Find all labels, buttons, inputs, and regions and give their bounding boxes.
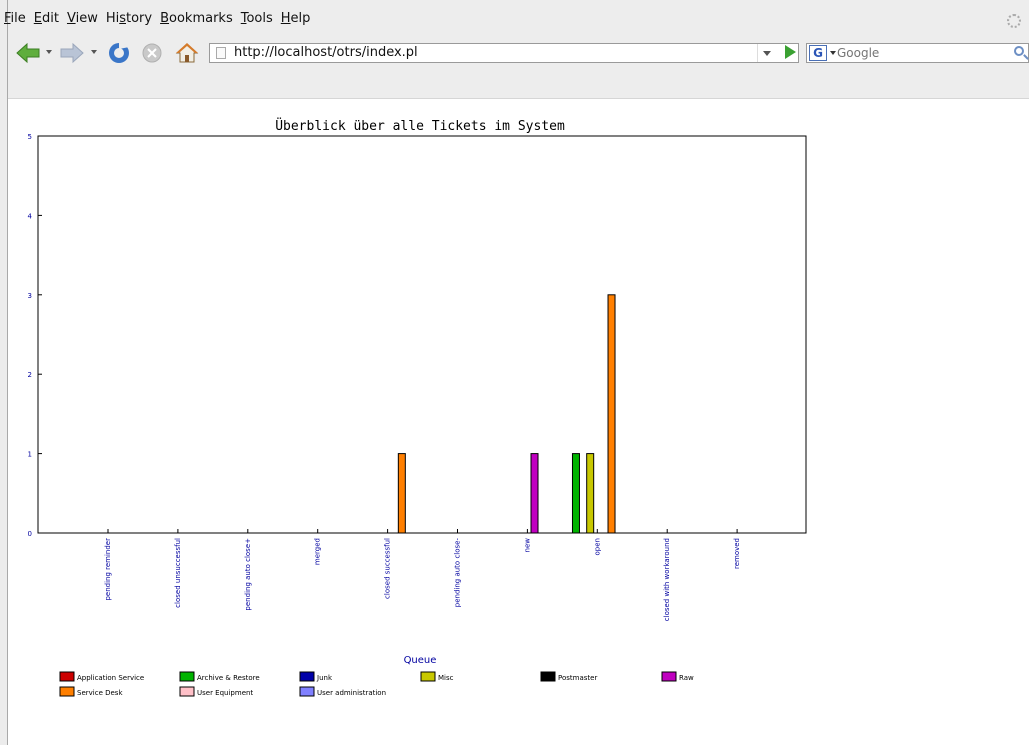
legend-swatch [179, 686, 195, 697]
legend-label: User Equipment [197, 689, 253, 697]
legend-swatch [420, 671, 436, 682]
legend-label: Service Desk [77, 689, 123, 697]
bar-misc-7 [586, 453, 595, 534]
throbber-icon [1007, 14, 1021, 28]
menu-file[interactable]: File [4, 11, 26, 26]
bar-service-desk-4 [397, 453, 406, 534]
y-tick-label: 4 [28, 212, 33, 220]
search-bar[interactable]: G [806, 43, 1029, 63]
y-tick-label: 1 [28, 451, 32, 459]
x-axis: pending reminder closed unsuccessful pendi… [104, 529, 741, 621]
legend-label: Misc [438, 674, 454, 682]
search-input[interactable] [837, 45, 997, 61]
y-tick-label: 2 [28, 371, 32, 379]
menu-history[interactable]: History [106, 11, 152, 26]
legend-label: User administration [317, 689, 386, 697]
home-button[interactable] [172, 40, 202, 66]
legend-swatch [299, 686, 315, 697]
chart-title: Überblick über alle Tickets im System [275, 117, 565, 134]
home-icon [175, 43, 199, 63]
back-history-dropdown-icon[interactable] [46, 50, 52, 54]
forward-button[interactable] [58, 40, 86, 66]
legend-swatch [179, 671, 195, 682]
legend-label: Junk [316, 674, 333, 682]
back-button[interactable] [14, 40, 42, 66]
menu-bar: File Edit View History Bookmarks Tools Help [4, 11, 314, 31]
x-tick-label: new [523, 538, 531, 553]
menu-help[interactable]: Help [281, 11, 311, 26]
legend-label: Application Service [77, 674, 144, 682]
y-tick-label: 3 [28, 292, 32, 300]
x-tick-label: closed unsuccessful [174, 538, 182, 608]
reload-icon [109, 41, 129, 63]
y-axis: 0 1 2 3 4 5 [28, 133, 42, 538]
x-axis-label: Queue [404, 655, 437, 666]
x-tick-label: pending auto close- [454, 538, 462, 608]
legend-label: Archive & Restore [197, 674, 260, 682]
search-icon[interactable] [1014, 46, 1024, 56]
menu-view[interactable]: View [67, 11, 98, 26]
bar-raw-6 [530, 453, 539, 534]
legend-label: Raw [679, 674, 694, 682]
browser-chrome: File Edit View History Bookmarks Tools Help [4, 0, 1029, 99]
menu-bookmarks[interactable]: Bookmarks [160, 11, 233, 26]
forward-arrow-icon [60, 42, 84, 64]
chart-bars [397, 294, 616, 534]
stop-icon [142, 43, 162, 63]
page-icon [216, 47, 226, 59]
menu-tools[interactable]: Tools [241, 11, 273, 26]
chart-legend: Application Service Archive & Restore Junk… [59, 671, 694, 697]
x-tick-label: open [593, 538, 601, 555]
url-text[interactable]: http://localhost/otrs/index.pl [234, 45, 418, 60]
legend-swatch [59, 671, 75, 682]
x-tick-label: pending auto close+ [244, 538, 252, 611]
chart-plot-area [37, 135, 807, 534]
stop-button[interactable] [138, 40, 166, 66]
x-tick-label: closed successful [384, 538, 392, 599]
legend-swatch [299, 671, 315, 682]
go-button[interactable] [785, 45, 796, 59]
bar-service-desk-7 [607, 294, 616, 534]
url-bar[interactable]: http://localhost/otrs/index.pl [209, 43, 799, 63]
legend-swatch [540, 671, 556, 682]
bar-archive-restore-7 [571, 453, 580, 534]
x-tick-label: pending reminder [104, 538, 112, 601]
ticket-overview-chart: Überblick über alle Tickets im System 0 1… [28, 117, 807, 697]
legend-swatch [59, 686, 75, 697]
menu-edit[interactable]: Edit [34, 11, 59, 26]
legend-label: Postmaster [558, 674, 597, 682]
x-tick-label: removed [733, 538, 741, 569]
legend-swatch [661, 671, 677, 682]
y-tick-label: 0 [28, 530, 32, 538]
navigation-toolbar: http://localhost/otrs/index.pl G [8, 40, 1029, 70]
forward-history-dropdown-icon[interactable] [91, 50, 97, 54]
search-engine-icon[interactable]: G [809, 45, 827, 61]
x-tick-label: closed with workaround [663, 538, 671, 621]
reload-button[interactable] [104, 40, 134, 66]
y-tick-label: 5 [28, 133, 32, 141]
search-engine-dropdown-icon[interactable] [830, 51, 836, 55]
back-arrow-icon [16, 42, 40, 64]
x-tick-label: merged [314, 538, 322, 565]
url-history-dropdown-icon[interactable] [757, 44, 776, 62]
